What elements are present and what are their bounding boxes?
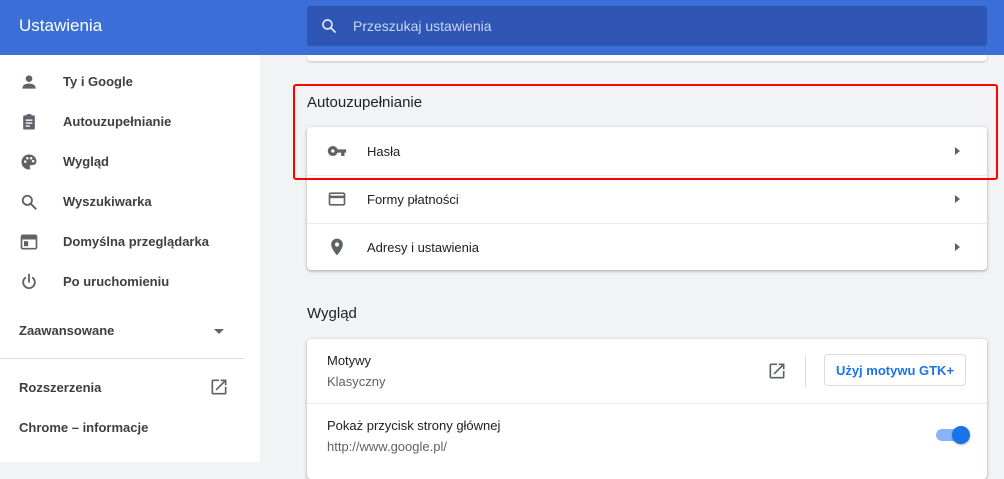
advanced-label: Zaawansowane — [19, 323, 115, 338]
home-button-url: http://www.google.pl/ — [327, 439, 447, 454]
themes-row: Motywy Klasyczny Użyj motywu GTK+ — [307, 339, 987, 403]
search-box[interactable] — [307, 6, 987, 46]
advanced-toggle[interactable]: Zaawansowane — [0, 310, 245, 350]
sidebar-item-label: Domyślna przeglądarka — [63, 234, 209, 249]
appearance-section-title: Wygląd — [307, 305, 357, 322]
sidebar-item-autofill[interactable]: Autouzupełnianie — [0, 102, 245, 142]
addresses-row[interactable]: Adresy i ustawienia — [307, 224, 987, 270]
open-in-new-icon[interactable] — [767, 361, 787, 381]
sidebar-item-label: Wygląd — [63, 154, 109, 169]
appearance-card: Motywy Klasyczny Użyj motywu GTK+ Pokaż … — [307, 339, 987, 479]
sidebar-item-label: Po uruchomieniu — [63, 274, 170, 289]
themes-value: Klasyczny — [327, 374, 386, 389]
sidebar-divider — [0, 358, 245, 359]
autofill-card: Hasła Formy płatności Adresy i ustawieni… — [307, 127, 987, 270]
location-pin-icon — [331, 238, 343, 256]
power-icon — [22, 273, 36, 289]
previous-card-edge — [307, 55, 987, 61]
themes-title: Motywy — [327, 353, 372, 368]
sidebar: Ty i Google Autouzupełnianie Wygląd Wysz… — [0, 55, 260, 462]
sidebar-item-default-browser[interactable]: Domyślna przeglądarka — [0, 222, 245, 262]
home-button-toggle[interactable] — [936, 426, 970, 444]
sidebar-item-appearance[interactable]: Wygląd — [0, 142, 245, 182]
sidebar-item-label: Wyszukiwarka — [63, 194, 152, 209]
page-title: Ustawienia — [19, 16, 103, 35]
sidebar-item-label: Autouzupełnianie — [63, 114, 172, 129]
row-label: Adresy i ustawienia — [367, 240, 479, 255]
passwords-row[interactable]: Hasła — [307, 127, 987, 175]
payment-methods-row[interactable]: Formy płatności — [307, 176, 987, 223]
vertical-divider — [805, 355, 806, 387]
home-button-row: Pokaż przycisk strony głównej http://www… — [307, 404, 987, 479]
arrow-right-icon — [955, 147, 960, 155]
credit-card-icon — [328, 192, 346, 206]
extensions-label: Rozszerzenia — [19, 380, 102, 395]
sidebar-item-you-and-google[interactable]: Ty i Google — [0, 62, 245, 102]
sidebar-item-extensions[interactable]: Rozszerzenia — [0, 367, 245, 407]
browser-icon — [20, 234, 38, 250]
toggle-knob — [952, 426, 970, 444]
caret-down-icon — [214, 329, 224, 334]
search-icon — [21, 194, 37, 210]
row-label: Hasła — [367, 144, 401, 159]
sidebar-item-label: Ty i Google — [63, 74, 133, 89]
sidebar-item-search-engine[interactable]: Wyszukiwarka — [0, 182, 245, 222]
palette-icon — [21, 154, 37, 170]
open-in-new-icon — [211, 379, 227, 395]
search-icon — [322, 19, 336, 33]
person-icon — [22, 75, 36, 89]
main-content: Autouzupełnianie Hasła Formy płatności A… — [260, 55, 1004, 479]
use-gtk-theme-button[interactable]: Użyj motywu GTK+ — [824, 354, 966, 386]
clipboard-icon — [23, 114, 35, 130]
autofill-section-title: Autouzupełnianie — [307, 94, 423, 111]
arrow-right-icon — [955, 195, 960, 203]
sidebar-item-on-startup[interactable]: Po uruchomieniu — [0, 262, 245, 302]
app-header: Ustawienia — [0, 0, 1004, 55]
sidebar-item-about-chrome[interactable]: Chrome – informacje — [0, 407, 245, 447]
arrow-right-icon — [955, 243, 960, 251]
about-label: Chrome – informacje — [19, 420, 149, 435]
key-icon — [327, 146, 347, 156]
row-label: Formy płatności — [367, 192, 459, 207]
home-button-title: Pokaż przycisk strony głównej — [327, 418, 501, 433]
search-input[interactable] — [353, 6, 953, 46]
